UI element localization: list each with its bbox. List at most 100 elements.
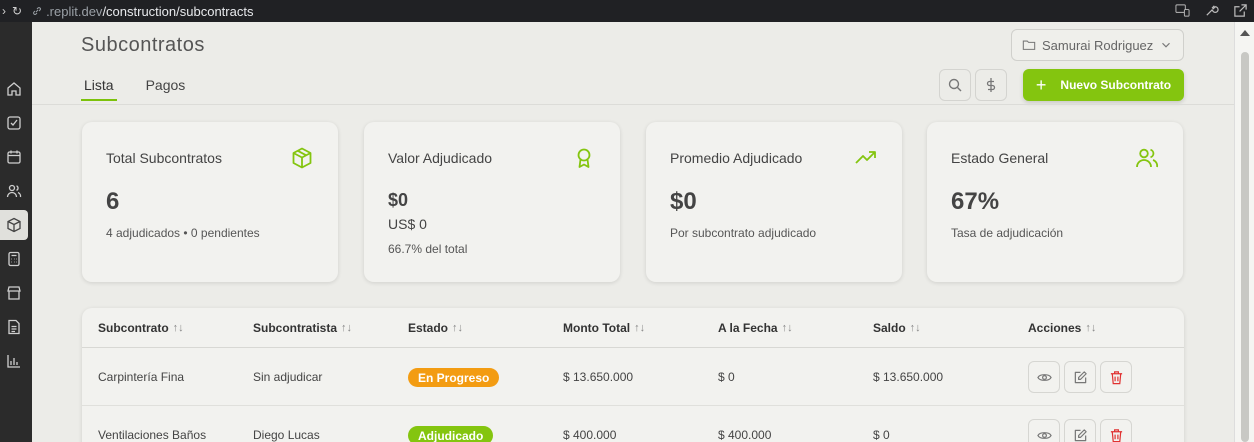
stat-card-note: Tasa de adjudicación (951, 226, 1064, 240)
folder-icon (1022, 40, 1036, 50)
cell-saldo: $ 0 (873, 428, 890, 442)
column-header-monto-total[interactable]: Monto Total ↑↓ (563, 321, 645, 335)
chevron-down-icon (1162, 42, 1171, 48)
scrollbar-thumb[interactable] (1241, 52, 1249, 442)
sidebar-item-store[interactable] (4, 283, 24, 303)
table-row: Ventilaciones Baños Diego Lucas Adjudica… (82, 407, 1184, 442)
new-subcontract-button[interactable]: + Nuevo Subcontrato (1023, 69, 1184, 101)
currency-button[interactable] (975, 69, 1007, 101)
url-path: /construction/subcontracts (102, 3, 254, 19)
plus-icon: + (1035, 75, 1047, 95)
column-label: Monto Total (563, 321, 631, 335)
column-label: Estado (408, 321, 449, 335)
stat-card-value: $0 (388, 190, 409, 210)
subcontracts-table: Subcontrato ↑↓ Subcontratista ↑↓ Estado ↑↓ … (82, 308, 1184, 442)
sidebar-item-subcontracts[interactable] (0, 210, 28, 240)
project-selector[interactable]: Samurai Rodriguez (1011, 29, 1184, 61)
edit-button[interactable] (1064, 419, 1096, 442)
stat-card-title: Promedio Adjudicado (670, 150, 803, 166)
column-header-subcontratista[interactable]: Subcontratista ↑↓ (253, 321, 352, 335)
sort-icon: ↑↓ (172, 322, 184, 334)
users-icon (6, 184, 22, 198)
page-title: Subcontratos (81, 34, 205, 56)
document-icon (8, 319, 20, 335)
cell-monto-total: $ 400.000 (563, 428, 617, 442)
award-icon (577, 148, 591, 168)
delete-button[interactable] (1100, 419, 1132, 442)
search-button[interactable] (939, 69, 971, 101)
cell-a-la-fecha: $ 400.000 (718, 428, 772, 442)
sidebar-item-documents[interactable] (4, 317, 24, 337)
eye-icon (1036, 373, 1052, 381)
cell-subcontrato: Carpintería Fina (98, 370, 185, 384)
devices-icon[interactable] (1175, 3, 1190, 18)
box-icon (292, 147, 312, 169)
sort-icon: ↑↓ (341, 322, 353, 334)
header-divider (32, 104, 1234, 105)
tab-bar: Lista Pagos (81, 74, 188, 101)
new-subcontract-label: Nuevo Subcontrato (1060, 78, 1172, 92)
project-name: Samurai Rodriguez (1042, 37, 1154, 53)
column-label: Saldo (873, 321, 906, 335)
stat-card-note: 66.7% del total (388, 242, 468, 256)
stat-card-value-usd: US$ 0 (388, 216, 427, 232)
cell-subcontrato: Ventilaciones Baños (98, 428, 207, 442)
column-header-acciones[interactable]: Acciones ↑↓ (1028, 321, 1096, 335)
column-header-subcontrato[interactable]: Subcontrato ↑↓ (98, 321, 184, 335)
sidebar-item-calculator[interactable] (4, 249, 24, 269)
sidebar-item-calendar[interactable] (4, 147, 24, 167)
status-badge: En Progreso (408, 368, 500, 387)
stat-card-general-status: Estado General 67% Tasa de adjudicación (927, 122, 1183, 282)
sidebar-item-people[interactable] (4, 181, 24, 201)
column-header-a-la-fecha[interactable]: A la Fecha ↑↓ (718, 321, 793, 335)
cell-subcontratista: Diego Lucas (253, 428, 320, 442)
sidebar-item-reports[interactable] (4, 351, 24, 371)
sort-icon: ↑↓ (1085, 322, 1097, 334)
column-header-saldo[interactable]: Saldo ↑↓ (873, 321, 921, 335)
tab-pagos[interactable]: Pagos (143, 74, 189, 101)
view-button[interactable] (1028, 361, 1060, 393)
column-label: Subcontratista (253, 321, 338, 335)
stat-card-value: $0 (670, 188, 697, 215)
column-header-estado[interactable]: Estado ↑↓ (408, 321, 463, 335)
bar-chart-icon (7, 355, 20, 368)
search-icon (948, 78, 962, 92)
browser-actions (1175, 3, 1248, 18)
store-icon (7, 286, 21, 300)
stat-card-average: Promedio Adjudicado $0 Por subcontrato a… (646, 122, 902, 282)
page-scrollbar[interactable] (1234, 22, 1254, 442)
delete-button[interactable] (1100, 361, 1132, 393)
column-label: A la Fecha (718, 321, 778, 335)
browser-nav: › ↻ (0, 5, 22, 17)
main-content: Subcontratos Samurai Rodriguez Lista Pag… (32, 22, 1234, 442)
sort-icon: ↑↓ (452, 322, 464, 334)
sidebar-item-home[interactable] (4, 79, 24, 99)
cell-a-la-fecha: $ 0 (718, 370, 735, 384)
box-icon (7, 217, 21, 233)
stat-card-awarded-value: Valor Adjudicado $0 US$ 0 66.7% del tota… (364, 122, 620, 282)
sidebar-item-tasks[interactable] (4, 113, 24, 133)
view-button[interactable] (1028, 419, 1060, 442)
scroll-up-icon[interactable] (1240, 30, 1250, 36)
sort-icon: ↑↓ (634, 322, 646, 334)
dollar-icon (986, 78, 996, 92)
cell-saldo: $ 13.650.000 (873, 370, 944, 384)
calculator-icon (8, 251, 20, 267)
tab-lista[interactable]: Lista (81, 74, 117, 101)
stat-card-value: 67% (951, 188, 1000, 215)
stat-card-value: 6 (106, 188, 120, 215)
external-link-icon[interactable] (1233, 3, 1248, 18)
cell-subcontratista: Sin adjudicar (253, 370, 323, 384)
table-row: Carpintería Fina Sin adjudicar En Progre… (82, 349, 1184, 406)
stat-card-title: Estado General (951, 150, 1049, 166)
eye-icon (1036, 431, 1052, 439)
edit-icon (1074, 370, 1087, 383)
wrench-icon[interactable] (1204, 3, 1219, 18)
home-icon (7, 82, 21, 96)
address-bar[interactable]: .replit.dev/construction/subcontracts (32, 4, 253, 19)
forward-icon[interactable]: › (2, 5, 6, 17)
stat-card-note: Por subcontrato adjudicado (670, 226, 817, 240)
reload-icon[interactable]: ↻ (12, 5, 22, 17)
column-label: Acciones (1028, 321, 1082, 335)
edit-button[interactable] (1064, 361, 1096, 393)
